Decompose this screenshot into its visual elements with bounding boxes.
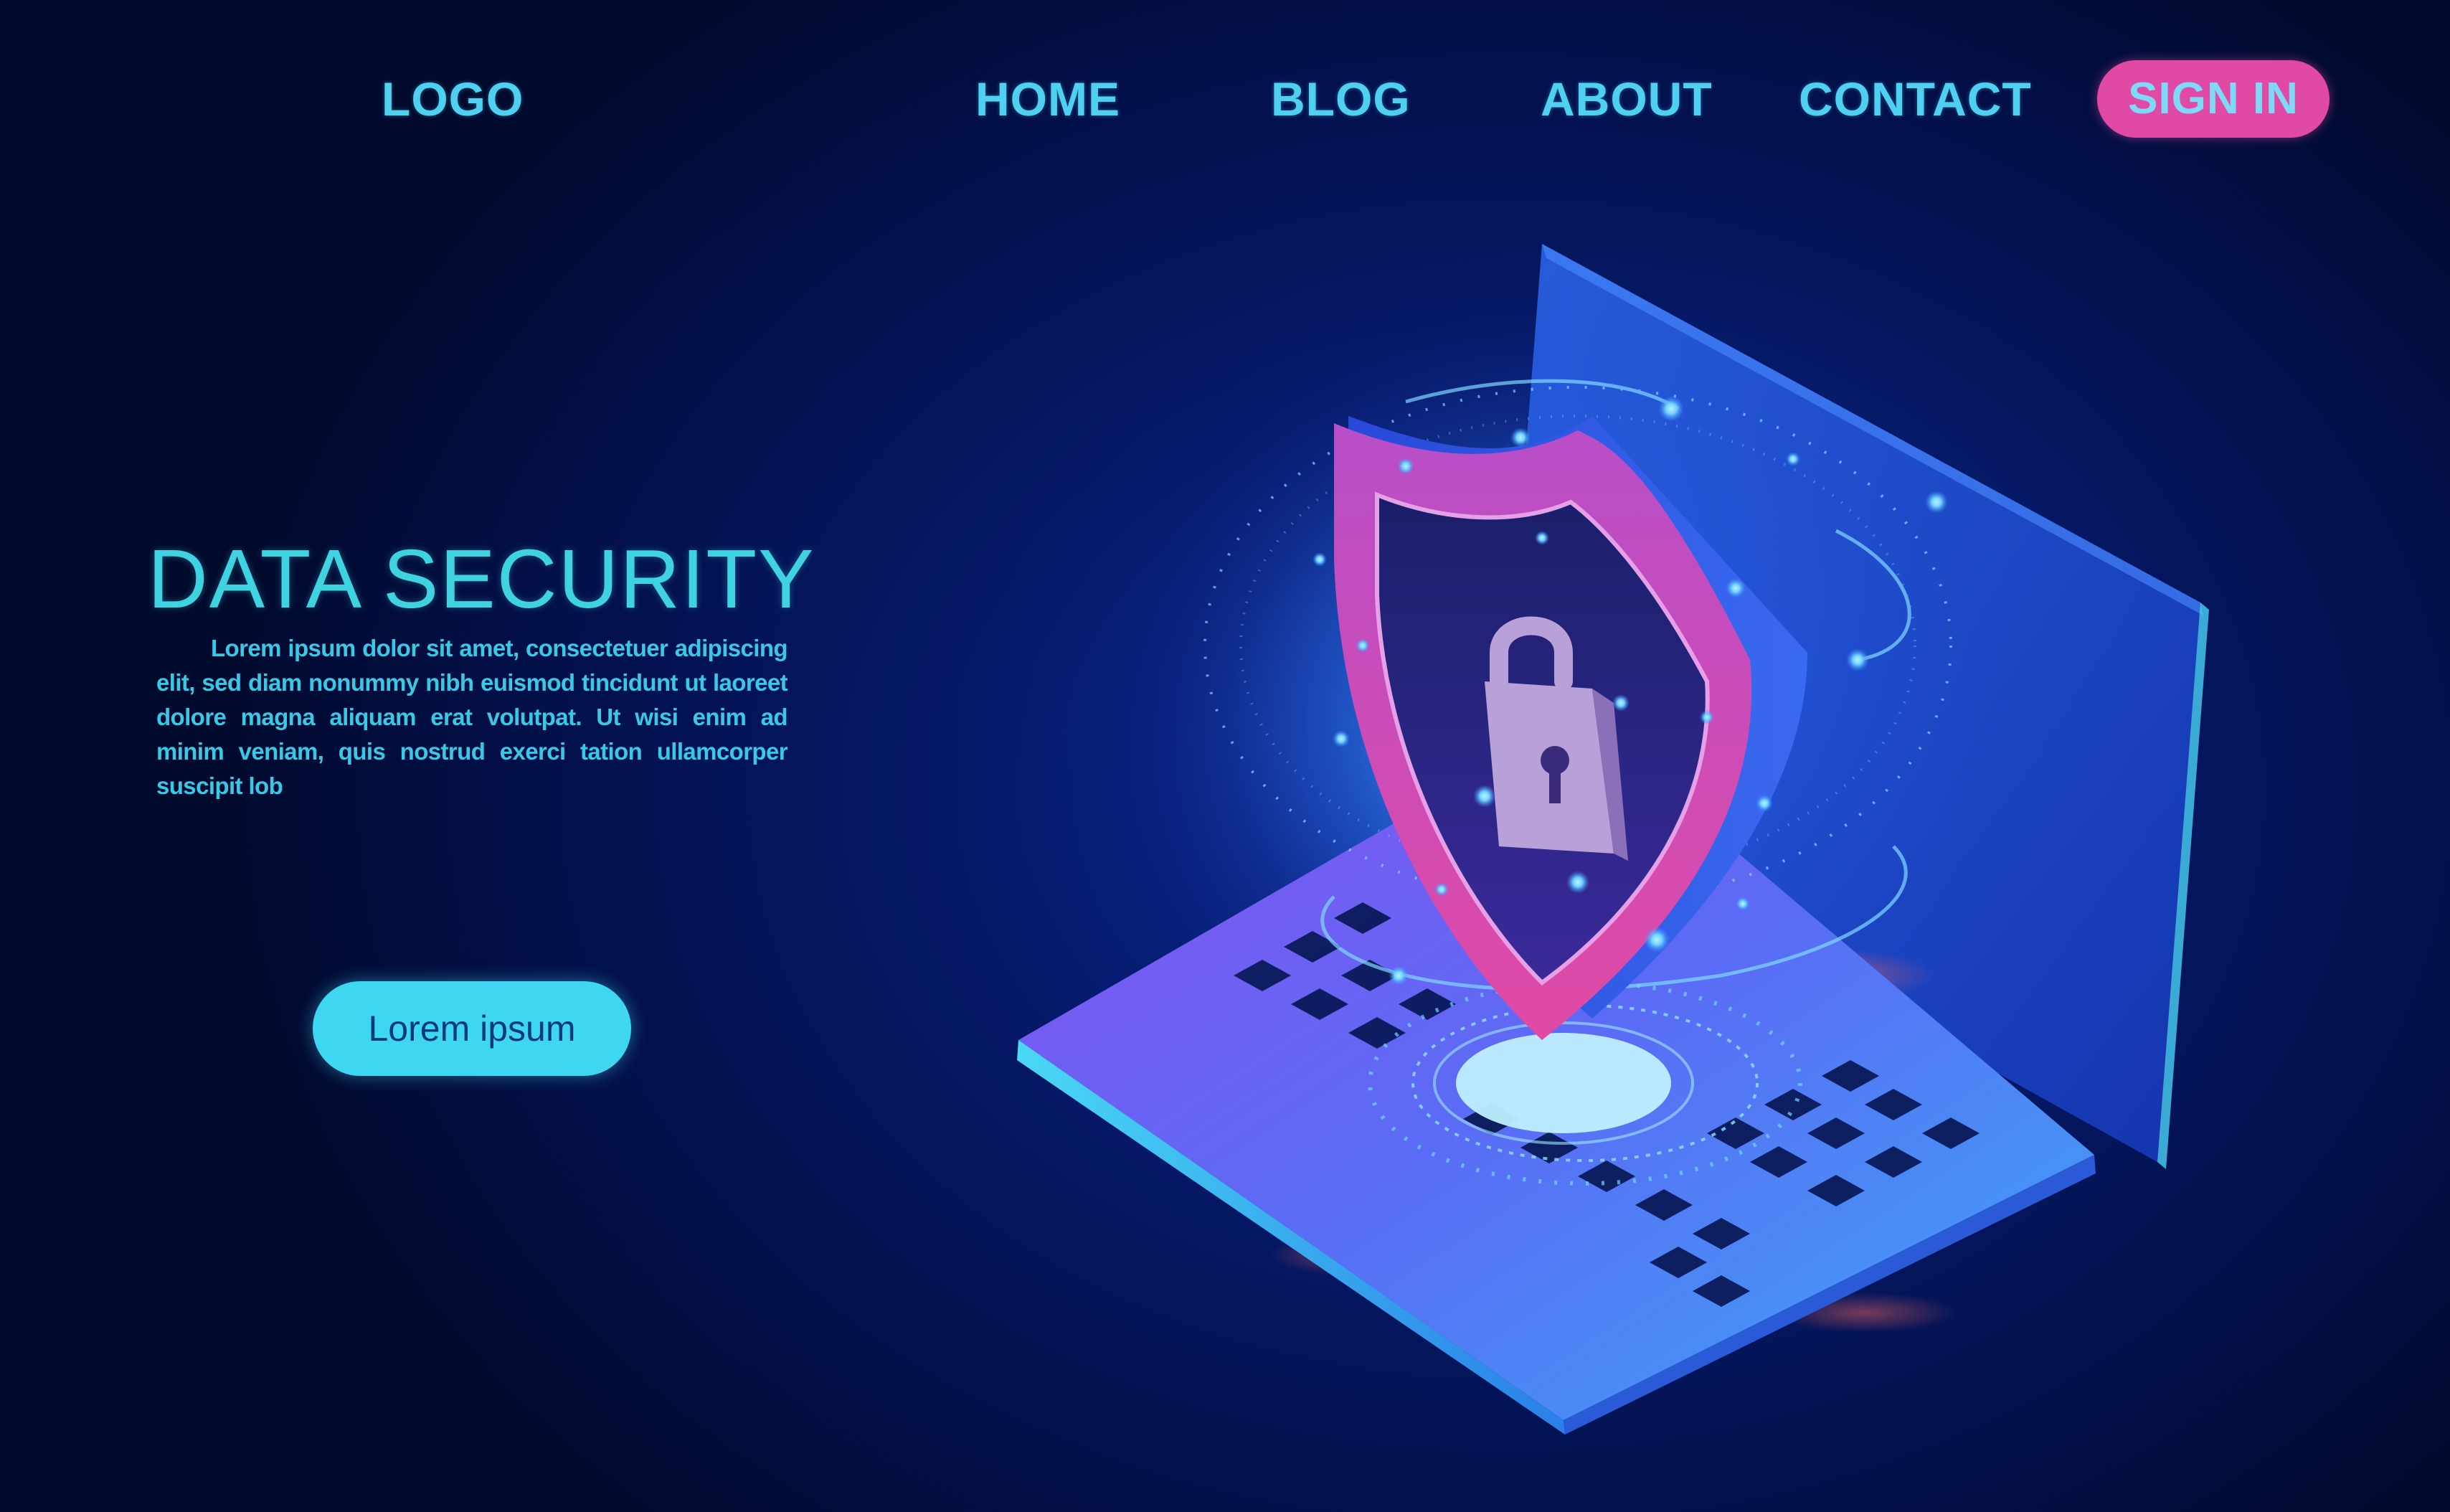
cta-button[interactable]: Lorem ipsum bbox=[313, 981, 631, 1076]
logo: LOGO bbox=[382, 72, 524, 126]
nav-item-about[interactable]: ABOUT bbox=[1541, 70, 1713, 128]
hero-body-text: Lorem ipsum dolor sit amet, consectetuer… bbox=[156, 635, 788, 799]
sign-in-button[interactable]: SIGN IN bbox=[2097, 60, 2330, 138]
hero-title: DATA SECURITY bbox=[148, 532, 815, 625]
nav-item-contact[interactable]: CONTACT bbox=[1799, 70, 2032, 128]
nav-item-blog[interactable]: BLOG bbox=[1271, 70, 1411, 128]
nav-item-home[interactable]: HOME bbox=[975, 70, 1120, 128]
landing-page: LOGO HOME BLOG ABOUT CONTACT SIGN IN DAT… bbox=[0, 0, 2450, 1512]
